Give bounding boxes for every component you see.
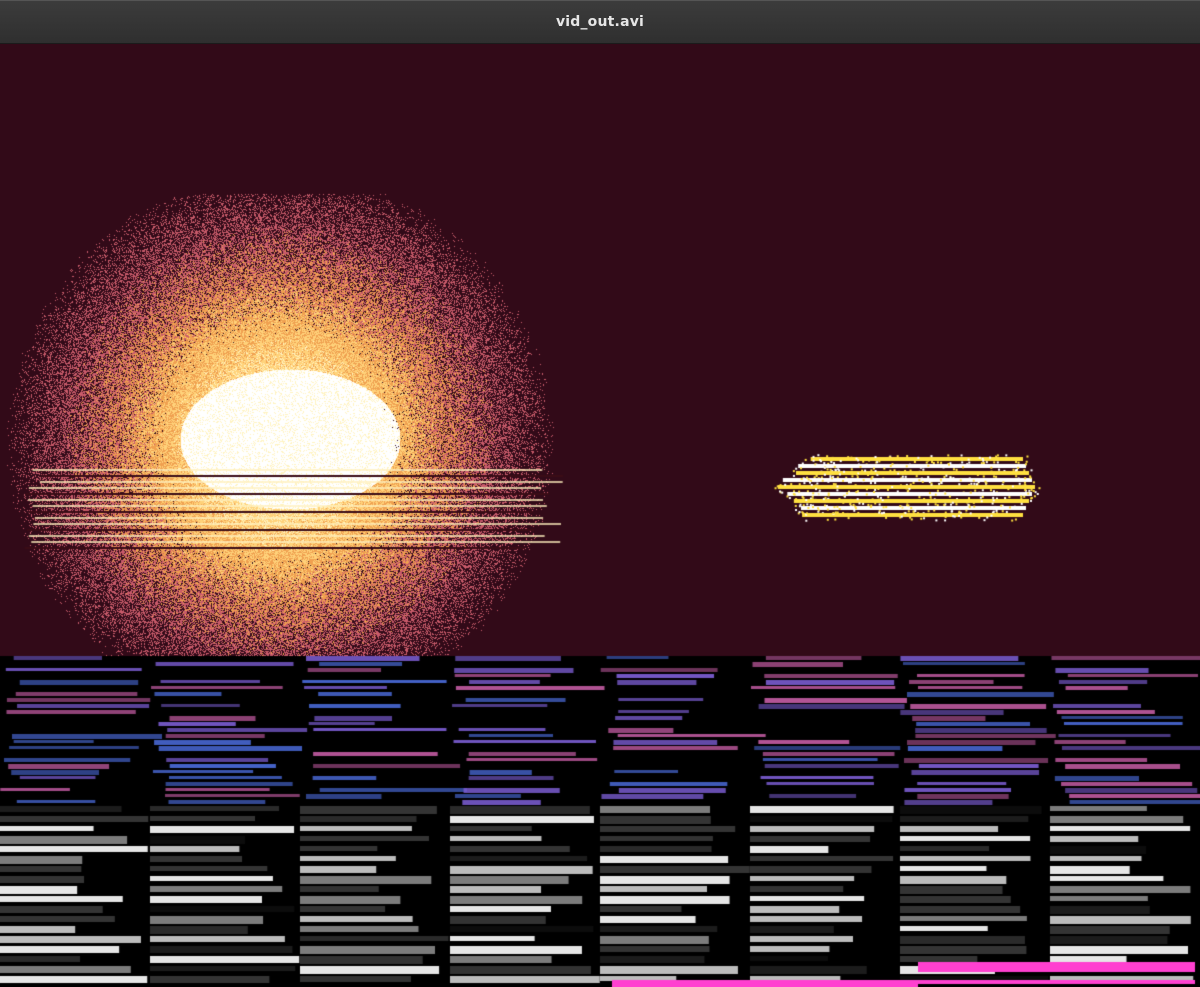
window-title: vid_out.avi: [555, 13, 645, 30]
video-player-window: vid_out.avi: [0, 0, 1200, 987]
title-bar[interactable]: vid_out.avi: [0, 0, 1200, 44]
video-frame: [0, 44, 1200, 987]
title-bar-highlight: [0, 0, 1200, 1]
video-display[interactable]: [0, 44, 1200, 987]
